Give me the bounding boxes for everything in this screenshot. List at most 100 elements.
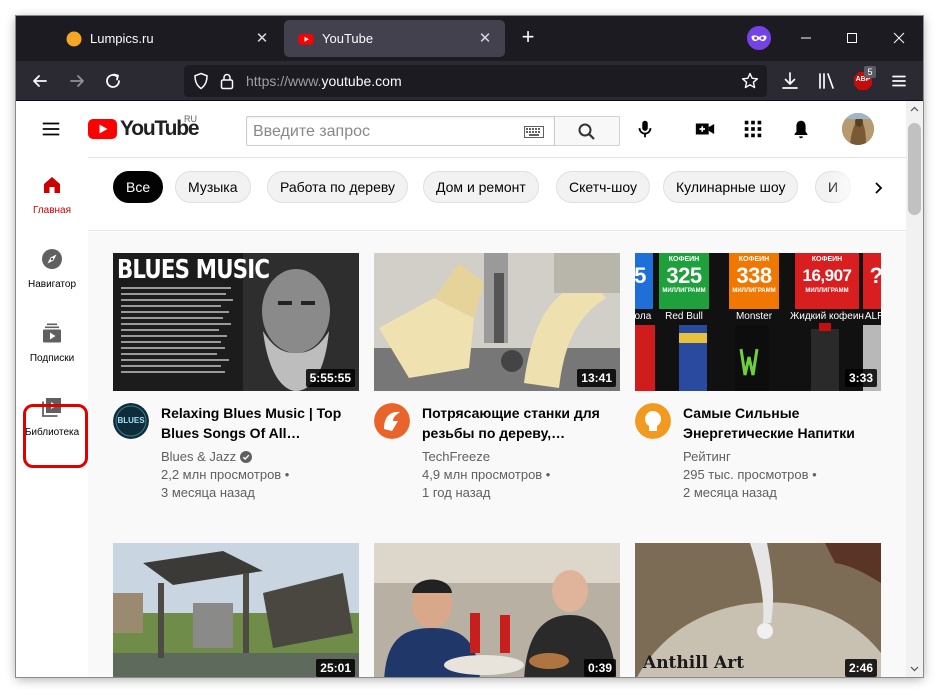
channel-avatar[interactable] [374,403,410,439]
badge-unit: МИЛЛИГРАММ [805,288,849,294]
video-duration: 5:55:55 [305,369,355,387]
channel-name[interactable]: Рейтинг [683,449,731,464]
video-thumbnail[interactable]: 0:39 [374,543,620,677]
guide-item-explore[interactable]: Навигатор [16,231,88,305]
thumbnail-title-text: BLUES MUSIC [117,255,270,285]
badge-number: 5 [635,263,646,288]
extension-count-badge: 5 [864,66,876,78]
url-text[interactable]: https://www.youtube.com [246,73,402,89]
library-highlight-frame [23,404,88,468]
forward-icon[interactable] [65,69,89,93]
bookmark-star-icon[interactable] [741,72,759,90]
shield-icon[interactable] [192,72,210,90]
verified-check-icon [240,450,253,463]
new-tab-button[interactable]: + [516,26,540,50]
scroll-up-icon[interactable] [910,105,919,114]
thumbnail-title-text: Anthill Art [643,653,745,673]
lock-icon[interactable] [219,72,235,90]
minimize-icon[interactable] [796,28,816,48]
badge-number: 16,907 [802,266,853,285]
microphone-icon[interactable] [634,118,656,140]
video-title[interactable]: Самые Сильные Энергетические Напитки [683,403,879,443]
channel-avatar[interactable] [635,403,671,439]
video-card[interactable]: 0:39 [374,543,620,677]
youtube-logo-icon [88,119,117,139]
create-video-icon[interactable] [694,118,716,140]
badge-number: ? [863,264,881,288]
drink-name-label: Monster [735,311,773,322]
library-icon[interactable] [815,69,839,93]
tab-title: YouTube [322,31,374,46]
subscriptions-icon [43,323,61,343]
guide-item-home[interactable]: Главная [16,157,88,231]
scroll-down-icon[interactable] [910,664,919,673]
video-channel[interactable]: TechFreeze [422,449,490,464]
search-icon [578,123,595,140]
video-thumbnail[interactable]: 3:33 5КолаКОФЕИН325МИЛЛИГРАММRed BullКОФ… [635,253,881,391]
downloads-icon[interactable] [778,69,802,93]
video-title[interactable]: Потрясающие станки для резьбы по дереву,… [422,403,618,443]
address-bar[interactable]: https://www.youtube.com [184,65,767,97]
video-title[interactable]: Relaxing Blues Music | Top Blues Songs O… [161,403,357,443]
caffeine-badge: ? [863,253,881,309]
search-button[interactable] [555,116,620,146]
video-thumbnail[interactable]: Anthill Art 2:46 [635,543,881,677]
tab-youtube[interactable]: YouTube ✕ [284,20,505,57]
chip-music[interactable]: Музыка [175,171,251,203]
menu-hamburger-icon[interactable] [887,69,911,93]
video-channel[interactable]: Рейтинг [683,449,731,464]
scrollbar-thumb[interactable] [908,123,921,215]
video-thumbnail[interactable]: 13:41 [374,253,620,391]
video-thumbnail[interactable]: 25:01 [113,543,359,677]
caffeine-badge: КОФЕИН 16,907 МИЛЛИГРАММ [795,253,859,309]
search-input[interactable]: Введите запрос [246,116,555,146]
video-card[interactable]: BLUES MUSIC 5:55:55 BLUES Relaxing Blues… [113,253,359,521]
tab-lumpics[interactable]: Lumpics.ru ✕ [52,16,282,61]
drink-name-label: ALRI [864,311,881,322]
guide-menu-icon[interactable] [40,118,62,140]
page-content: YouTube RU Введите запрос Главная Навига… [16,101,923,677]
channel-avatar-text: BLUES [117,416,145,425]
chip-home-repair[interactable]: Дом и ремонт [423,171,539,203]
back-icon[interactable] [28,69,52,93]
chip-woodwork[interactable]: Работа по дереву [267,171,409,203]
guide-item-label: Главная [32,205,72,216]
notifications-bell-icon[interactable] [790,118,812,140]
apps-grid-icon[interactable] [742,118,764,140]
video-card[interactable]: Anthill Art 2:46 [635,543,881,677]
adblock-extension-button[interactable]: ABP 5 [853,66,877,93]
guide-item-label: Навигатор [27,279,77,290]
page-scrollbar[interactable] [906,101,923,677]
channel-avatar[interactable]: BLUES [113,403,149,439]
badge-unit: МИЛЛИГРАММ [732,288,776,294]
private-mask-icon[interactable] [747,26,771,50]
video-age: 1 год назад [422,485,491,500]
chip-all[interactable]: Все [113,171,164,203]
search-placeholder: Введите запрос [253,123,370,140]
chevron-right-icon[interactable] [866,176,890,200]
reload-icon[interactable] [101,69,125,93]
user-avatar[interactable] [842,113,874,145]
video-age: 2 месяца назад [683,485,777,500]
close-window-icon[interactable] [889,28,909,48]
url-host: youtube.com [321,73,402,89]
video-channel[interactable]: Blues & Jazz [161,449,253,464]
chip-sketch-show[interactable]: Скетч-шоу [556,171,650,203]
video-duration: 3:33 [844,369,877,387]
video-card[interactable]: 3:33 5КолаКОФЕИН325МИЛЛИГРАММRed BullКОФ… [635,253,881,521]
video-duration: 0:39 [583,659,616,677]
chip-cooking-show[interactable]: Кулинарные шоу [663,171,799,203]
badge-number: 325 [666,263,702,288]
video-thumbnail[interactable]: BLUES MUSIC 5:55:55 [113,253,359,391]
youtube-logo[interactable]: YouTube RU [88,114,200,140]
close-tab-icon[interactable]: ✕ [477,30,493,47]
keyboard-icon[interactable] [524,126,544,138]
logo-country-code: RU [184,114,197,124]
channel-name[interactable]: TechFreeze [422,449,490,464]
close-tab-icon[interactable]: ✕ [254,30,270,47]
channel-name[interactable]: Blues & Jazz [161,449,236,464]
video-card[interactable]: 13:41 Потрясающие станки для резьбы по д… [374,253,620,521]
maximize-icon[interactable] [842,28,862,48]
guide-item-subscriptions[interactable]: Подписки [16,305,88,379]
video-card[interactable]: 25:01 [113,543,359,677]
